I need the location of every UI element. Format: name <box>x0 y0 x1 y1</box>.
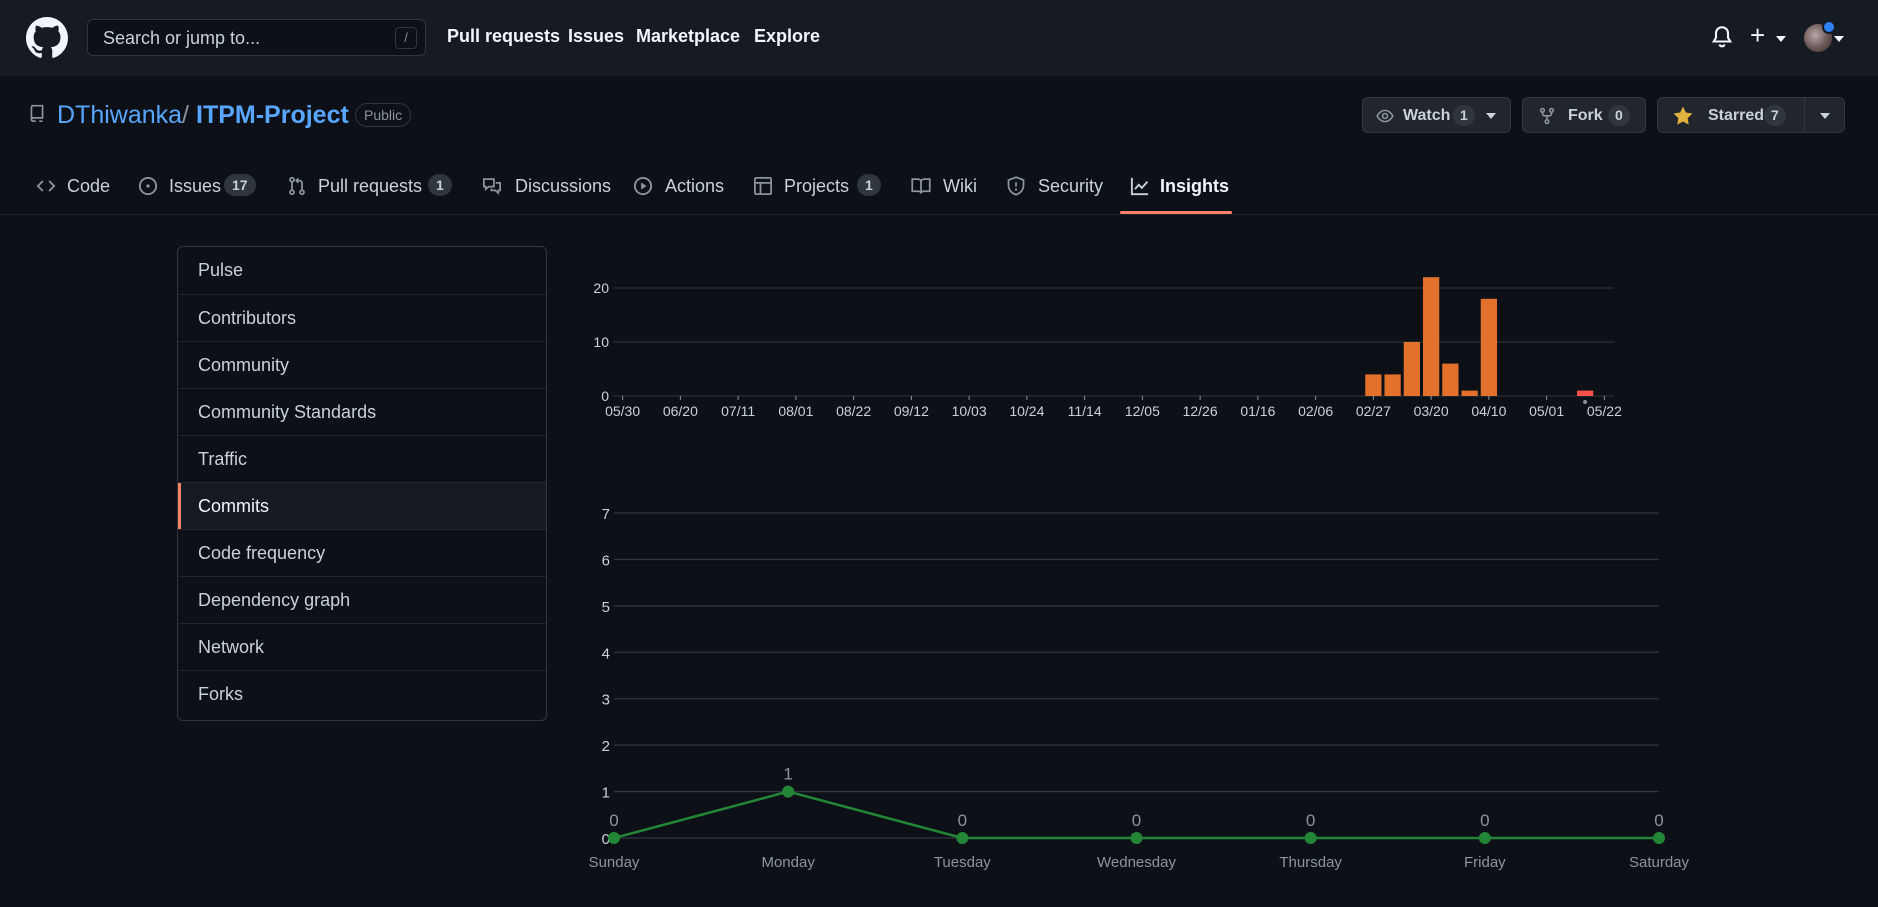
bar-x-tick-label: 12/05 <box>1125 403 1160 419</box>
bar-x-tick-label: 08/01 <box>778 403 813 419</box>
line-y-tick-label: 4 <box>602 645 610 662</box>
bar[interactable] <box>1461 390 1478 396</box>
bar-y-tick-label: 20 <box>593 280 609 296</box>
line-x-tick-label: Friday <box>1464 854 1506 871</box>
line-point[interactable] <box>1304 832 1317 844</box>
bar-x-tick-label: 10/03 <box>952 403 987 419</box>
line-point[interactable] <box>956 832 969 844</box>
line-y-tick-label: 2 <box>602 738 610 755</box>
line-y-tick-label: 1 <box>602 785 610 802</box>
bar-x-tick-label: 05/30 <box>605 403 640 419</box>
line-data-label: 0 <box>609 811 618 830</box>
bar[interactable] <box>1423 277 1440 396</box>
line-point[interactable] <box>1653 832 1665 844</box>
line-data-label: 0 <box>1132 811 1141 830</box>
bar-x-tick-label: 10/24 <box>1009 403 1044 419</box>
bar-x-tick-label: 07/11 <box>721 403 755 419</box>
bar-x-tick-label: 05/22 <box>1587 403 1622 419</box>
line-y-tick-label: 6 <box>602 552 610 569</box>
commits-bar-chart[interactable]: 0102005/30 06/20 07/11 08/01 08/22 09/12 10/03… <box>0 0 1878 907</box>
line-point[interactable] <box>1130 832 1143 844</box>
bar[interactable] <box>1384 374 1401 396</box>
bar-x-tick-label: 03/20 <box>1414 403 1449 419</box>
line-y-tick-label: 3 <box>602 692 610 709</box>
line-y-tick-label: 7 <box>602 506 610 523</box>
line-point[interactable] <box>608 832 620 844</box>
bar-x-tick-label: 01/16 <box>1240 403 1275 419</box>
selected-week-marker <box>1583 400 1588 404</box>
bar-y-tick-label: 0 <box>601 388 609 404</box>
line-data-label: 0 <box>1306 811 1315 830</box>
line-x-tick-label: Tuesday <box>934 854 991 871</box>
line-data-label: 0 <box>1480 811 1489 830</box>
bar-x-tick-label: 09/12 <box>894 403 929 419</box>
bar-y-tick-label: 10 <box>593 334 609 350</box>
bar[interactable] <box>1577 390 1594 396</box>
bar-x-tick-label: 04/10 <box>1471 403 1506 419</box>
bar[interactable] <box>1403 342 1420 396</box>
bar[interactable] <box>1442 363 1459 396</box>
line-x-tick-label: Monday <box>761 854 815 871</box>
bar-x-tick-label: 12/26 <box>1183 403 1218 419</box>
bar[interactable] <box>1365 374 1382 396</box>
line-data-label: 0 <box>1654 811 1663 830</box>
line-point[interactable] <box>782 785 795 798</box>
line-data-label: 0 <box>958 811 967 830</box>
bar-x-tick-label: 08/22 <box>836 403 871 419</box>
bar-x-tick-label: 02/27 <box>1356 403 1391 419</box>
line-x-tick-label: Saturday <box>1629 854 1690 871</box>
bar-x-tick-label: 06/20 <box>663 403 698 419</box>
line-point[interactable] <box>1478 832 1491 844</box>
bar-x-tick-label: 11/14 <box>1068 403 1102 419</box>
line-data-label: 1 <box>783 765 792 784</box>
line-x-tick-label: Thursday <box>1279 854 1342 871</box>
line-x-tick-label: Sunday <box>589 854 640 871</box>
bar-x-tick-label: 05/01 <box>1529 403 1564 419</box>
bar-x-tick-label: 02/06 <box>1298 403 1333 419</box>
line-x-tick-label: Wednesday <box>1097 854 1176 871</box>
bar[interactable] <box>1480 298 1497 396</box>
line-y-tick-label: 5 <box>602 599 610 616</box>
